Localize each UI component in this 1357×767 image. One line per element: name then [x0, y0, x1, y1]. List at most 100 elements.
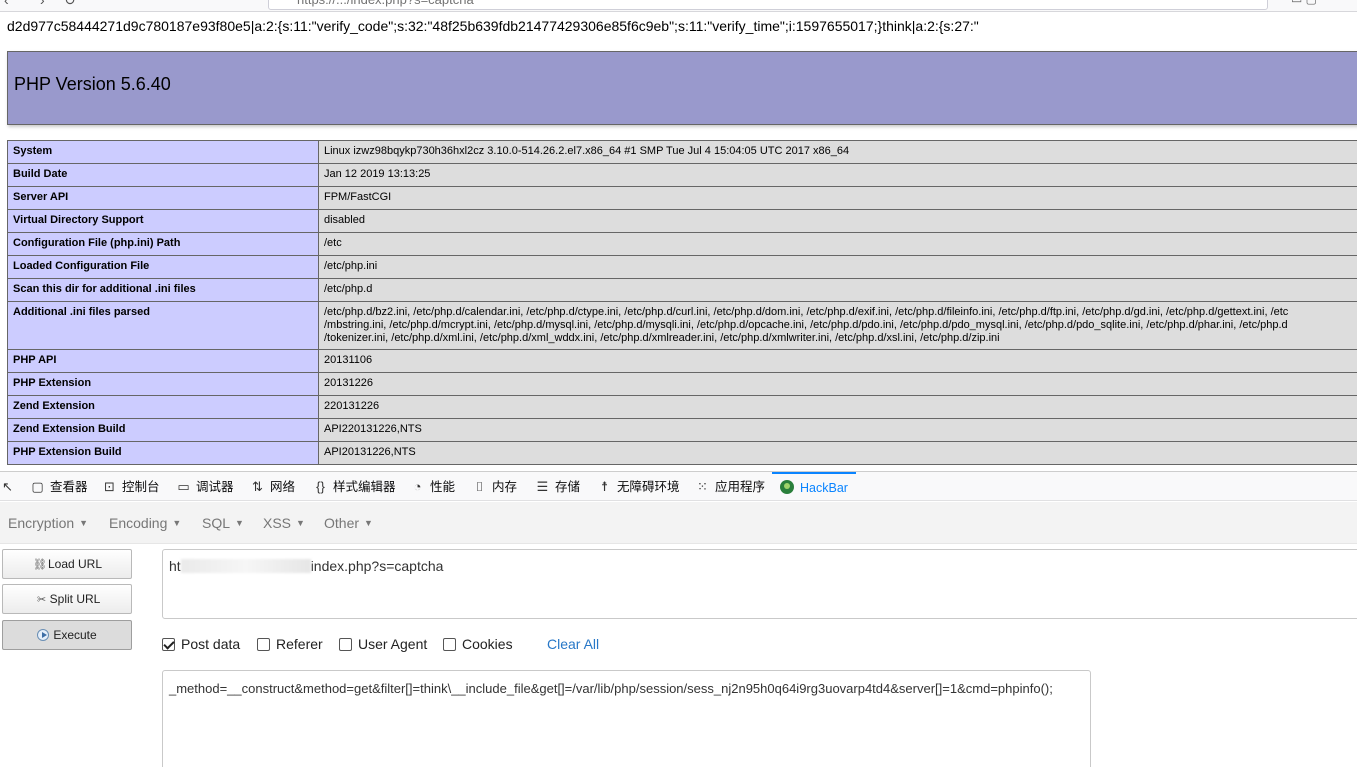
console-icon: ⊡	[104, 479, 115, 494]
checkbox-icon	[257, 638, 270, 651]
chevron-down-icon: ▼	[296, 518, 305, 528]
devtools-panel: ↖ ▢ 查看器 ⊡ 控制台 ▭ 调试器 ⇅ 网络 {} 样式编辑器 ◔ 性能 ⌷ 内存 ☰ 存储…	[0, 471, 1357, 767]
referer-checkbox[interactable]: Referer	[257, 636, 323, 652]
phpinfo-row: PHP Extension 20131226	[7, 372, 1357, 396]
phpinfo-value: /etc	[318, 232, 1357, 256]
phpinfo-key: Additional .ini files parsed	[7, 301, 319, 350]
phpinfo-value: /etc/php.d/bz2.ini, /etc/php.d/calendar.…	[318, 301, 1357, 350]
link-icon: ⛓	[32, 559, 47, 571]
post-data-textarea[interactable]: _method=__construct&method=get&filter[]=…	[162, 670, 1091, 767]
phpinfo-value: API220131226,NTS	[318, 418, 1357, 442]
tab-application[interactable]: ⁙ 应用程序	[695, 472, 765, 502]
phpinfo-key: Build Date	[7, 163, 319, 187]
phpinfo-value: /etc/php.d	[318, 278, 1357, 302]
tab-hackbar[interactable]: HackBar	[772, 472, 856, 502]
hackbar-menu: Encryption ▼ Encoding ▼ SQL ▼ XSS ▼ Other ▼	[0, 502, 1357, 544]
phpinfo-table: System Linux izwz98bqykp730h36hxl2cz 3.10…	[7, 140, 1357, 465]
chevron-down-icon: ▼	[364, 518, 373, 528]
inspector-icon: ▢	[31, 479, 44, 494]
hackbar-icon	[780, 480, 794, 494]
performance-icon: ◔	[413, 479, 422, 494]
phpinfo-row: Additional .ini files parsed/etc/php.d/b…	[7, 301, 1357, 350]
tab-style-editor[interactable]: {} 样式编辑器	[313, 472, 395, 502]
chevron-down-icon: ▼	[172, 518, 182, 528]
phpinfo-row: Zend Extension Build API220131226,NTS	[7, 418, 1357, 442]
phpinfo-row: Configuration File (php.ini) Path/etc	[7, 232, 1357, 256]
phpinfo-value-line: /tokenizer.ini, /etc/php.d/xml.ini, /etc…	[324, 332, 1000, 344]
tab-accessibility[interactable]: ☨ 无障碍环境	[597, 472, 680, 502]
menu-encryption[interactable]: Encryption ▼	[8, 515, 88, 531]
post-data-checkbox[interactable]: Post data	[162, 636, 240, 652]
forward-icon[interactable]: ›	[40, 0, 45, 8]
checkbox-icon	[339, 638, 352, 651]
phpinfo-row: PHP Extension Build API20131226,NTS	[7, 441, 1357, 465]
menu-sql[interactable]: SQL ▼	[202, 515, 244, 531]
chevron-down-icon: ▼	[79, 518, 89, 528]
clear-all-link[interactable]: Clear All	[547, 636, 599, 652]
phpinfo-key: Server API	[7, 186, 319, 210]
tab-storage[interactable]: ☰ 存储	[535, 472, 580, 502]
phpinfo-row: Build Date Jan 12 2019 13:13:25	[7, 163, 1357, 187]
php-version-title: PHP Version 5.6.40	[14, 74, 171, 94]
scissors-icon: ✂	[37, 594, 47, 606]
chevron-down-icon: ▼	[235, 518, 244, 528]
storage-icon: ☰	[536, 479, 549, 494]
phpinfo-row: Loaded Configuration File/etc/php.ini	[7, 255, 1357, 279]
tab-memory[interactable]: ⌷ 内存	[472, 472, 517, 502]
phpinfo-key: Configuration File (php.ini) Path	[7, 232, 319, 256]
phpinfo-value: Linux izwz98bqykp730h36hxl2cz 3.10.0-514…	[318, 140, 1357, 164]
load-url-button[interactable]: ⛓Load URL	[2, 549, 132, 579]
checkbox-icon	[443, 638, 456, 651]
style-editor-icon: {}	[316, 479, 325, 494]
address-bar[interactable]: https://.../index.php?s=captcha	[268, 0, 1268, 10]
reload-icon[interactable]: ↻	[64, 0, 76, 9]
debugger-icon: ▭	[177, 479, 190, 494]
phpinfo-key: PHP Extension	[7, 372, 319, 396]
memory-icon: ⌷	[475, 479, 484, 494]
tab-console[interactable]: ⊡ 控制台	[102, 472, 159, 502]
phpinfo-value: 20131106	[318, 349, 1357, 373]
browser-toolbar: ‹ › ↻ https://.../index.php?s=captcha ▭ …	[0, 0, 1357, 12]
phpinfo-row: Virtual Directory Support disabled	[7, 209, 1357, 233]
tab-network[interactable]: ⇅ 网络	[250, 472, 295, 502]
cookies-checkbox[interactable]: Cookies	[443, 636, 513, 652]
phpinfo-value: API20131226,NTS	[318, 441, 1357, 465]
phpinfo-value-line: /mbstring.ini, /etc/php.d/mcrypt.ini, /e…	[324, 319, 1288, 331]
phpinfo-key: System	[7, 140, 319, 164]
split-url-button[interactable]: ✂ Split URL	[2, 584, 132, 614]
user-agent-checkbox[interactable]: User Agent	[339, 636, 427, 652]
menu-encoding[interactable]: Encoding ▼	[109, 515, 181, 531]
back-icon[interactable]: ‹	[4, 0, 9, 8]
application-icon: ⁙	[697, 479, 708, 494]
phpinfo-key: Scan this dir for additional .ini files	[7, 278, 319, 302]
phpinfo-key: Virtual Directory Support	[7, 209, 319, 233]
tab-performance[interactable]: ◔ 性能	[410, 472, 455, 502]
phpinfo-value: disabled	[318, 209, 1357, 233]
url-input[interactable]: ht index.php?s=captcha	[162, 549, 1357, 619]
tab-debugger[interactable]: ▭ 调试器	[176, 472, 233, 502]
phpinfo-row: Scan this dir for additional .ini files /…	[7, 278, 1357, 302]
window-controls-icon[interactable]: ▭ ▢	[1291, 0, 1317, 6]
pick-element-icon[interactable]: ↖	[0, 472, 20, 502]
menu-xss[interactable]: XSS ▼	[263, 515, 305, 531]
phpinfo-key: Zend Extension	[7, 395, 319, 419]
phpinfo-value: Jan 12 2019 13:13:25	[318, 163, 1357, 187]
tab-inspector[interactable]: ▢ 查看器	[30, 472, 87, 502]
phpinfo-value: 20131226	[318, 372, 1357, 396]
phpinfo-row: Zend Extension 220131226	[7, 395, 1357, 419]
redacted-host	[180, 559, 311, 573]
phpinfo-key: PHP API	[7, 349, 319, 373]
phpinfo-value-line: /etc/php.d/bz2.ini, /etc/php.d/calendar.…	[324, 306, 1289, 318]
phpinfo-row: System Linux izwz98bqykp730h36hxl2cz 3.10…	[7, 140, 1357, 164]
phpinfo-header: PHP Version 5.6.40	[7, 51, 1357, 125]
checkbox-checked-icon	[162, 638, 175, 651]
phpinfo-value: 220131226	[318, 395, 1357, 419]
execute-button[interactable]: Execute	[2, 620, 132, 650]
phpinfo-key: Zend Extension Build	[7, 418, 319, 442]
phpinfo-key: PHP Extension Build	[7, 441, 319, 465]
menu-other[interactable]: Other ▼	[324, 515, 373, 531]
network-icon: ⇅	[252, 479, 263, 494]
phpinfo-row: Server API FPM/FastCGI	[7, 186, 1357, 210]
play-icon	[37, 629, 50, 641]
phpinfo-row: PHP API 20131106	[7, 349, 1357, 373]
